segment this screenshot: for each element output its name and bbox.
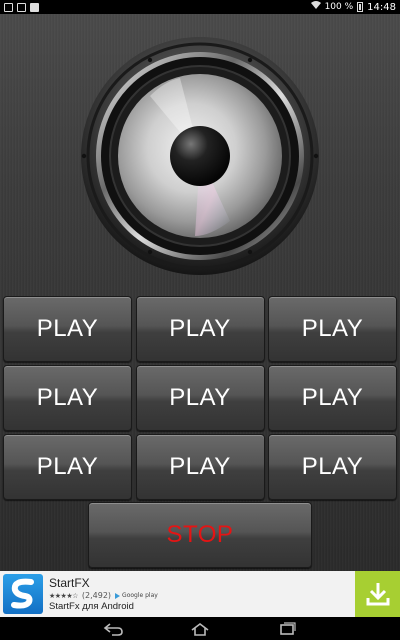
review-count: (2,492) bbox=[81, 591, 112, 600]
ad-banner[interactable]: StartFX ★★★★☆ (2,492) Google play StartF… bbox=[0, 571, 400, 617]
notification-square-icon bbox=[4, 2, 13, 12]
speaker-icon bbox=[81, 37, 319, 275]
play-button-7[interactable]: PLAY bbox=[3, 434, 132, 500]
ad-title: StartFX bbox=[49, 576, 90, 590]
battery-icon bbox=[357, 2, 364, 12]
play-button-5[interactable]: PLAY bbox=[135, 365, 265, 431]
recent-apps-button[interactable] bbox=[272, 620, 302, 638]
shopping-bag-icon bbox=[30, 2, 39, 12]
back-icon bbox=[104, 622, 124, 636]
notification-square-icon bbox=[17, 2, 26, 12]
download-icon bbox=[366, 583, 389, 606]
home-button[interactable] bbox=[185, 620, 215, 638]
navigation-bar bbox=[0, 617, 400, 640]
google-play-icon bbox=[115, 592, 121, 599]
play-button-6[interactable]: PLAY bbox=[268, 365, 397, 431]
play-button-8[interactable]: PLAY bbox=[135, 434, 265, 500]
google-play-badge: Google play bbox=[115, 592, 158, 599]
status-left bbox=[4, 2, 39, 12]
play-button-3[interactable]: PLAY bbox=[268, 296, 397, 362]
store-label: Google play bbox=[122, 592, 158, 599]
clock: 14:48 bbox=[367, 1, 396, 13]
ad-meta: ★★★★☆ (2,492) Google play bbox=[49, 591, 355, 600]
ad-text[interactable]: StartFX ★★★★☆ (2,492) Google play StartF… bbox=[49, 576, 355, 612]
stop-button[interactable]: STOP bbox=[88, 502, 312, 568]
play-button-4[interactable]: PLAY bbox=[3, 365, 132, 431]
play-button-1[interactable]: PLAY bbox=[3, 296, 132, 362]
home-icon bbox=[191, 622, 209, 636]
rating-stars: ★★★★☆ bbox=[49, 591, 78, 600]
app-icon[interactable] bbox=[3, 574, 43, 614]
speaker-image bbox=[80, 36, 320, 276]
ad-download-button[interactable] bbox=[355, 571, 400, 617]
back-button[interactable] bbox=[98, 620, 128, 638]
ad-subtitle: StartFx для Android bbox=[49, 601, 134, 612]
wifi-icon bbox=[310, 1, 321, 13]
battery-percent: 100 % bbox=[324, 2, 354, 12]
main-area: PLAY PLAY PLAY PLAY PLAY PLAY PLAY PLAY … bbox=[0, 14, 400, 571]
play-button-grid: PLAY PLAY PLAY PLAY PLAY PLAY PLAY PLAY … bbox=[3, 296, 397, 500]
status-right: 100 % 14:48 bbox=[310, 1, 396, 13]
play-button-2[interactable]: PLAY bbox=[135, 296, 265, 362]
recent-apps-icon bbox=[279, 621, 296, 635]
play-button-9[interactable]: PLAY bbox=[268, 434, 397, 500]
status-bar: 100 % 14:48 bbox=[0, 0, 400, 14]
